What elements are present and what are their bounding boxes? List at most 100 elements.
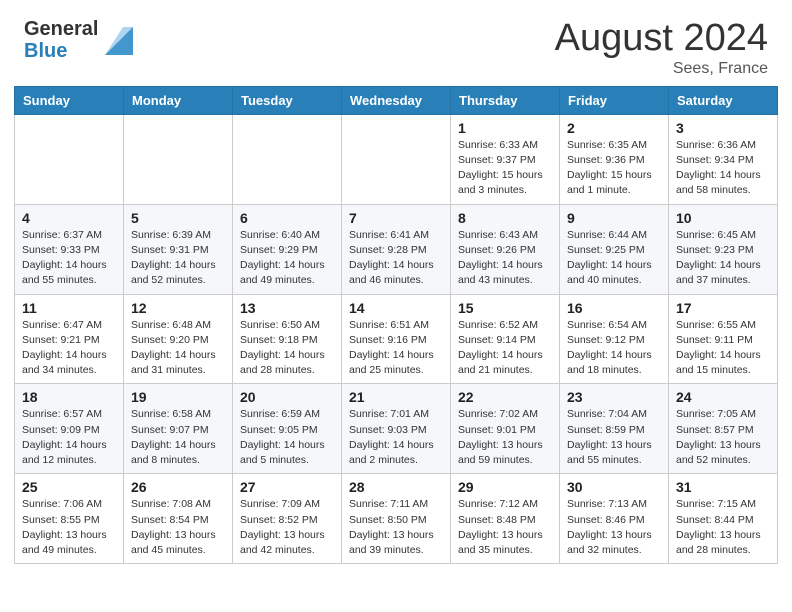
day-number: 19 bbox=[131, 389, 225, 405]
page-header: General Blue August 2024 Sees, France bbox=[0, 0, 792, 86]
col-tuesday: Tuesday bbox=[233, 86, 342, 114]
logo-blue: Blue bbox=[24, 40, 98, 62]
calendar-cell: 10 Sunrise: 6:45 AMSunset: 9:23 PMDayligh… bbox=[669, 204, 778, 294]
day-number: 2 bbox=[567, 120, 661, 136]
day-number: 25 bbox=[22, 479, 116, 495]
calendar-week-row: 18Sunrise: 6:57 AMSunset: 9:09 PMDayligh… bbox=[15, 384, 778, 474]
calendar-header-row: Sunday Monday Tuesday Wednesday Thursday… bbox=[15, 86, 778, 114]
calendar-cell: 6 Sunrise: 6:40 AMSunset: 9:29 PMDaylight… bbox=[233, 204, 342, 294]
calendar-cell bbox=[342, 114, 451, 204]
calendar-cell: 31 Sunrise: 7:15 AMSunset: 8:44 PMDayligh… bbox=[669, 474, 778, 564]
day-info: Sunrise: 6:52 AMSunset: 9:14 PMDaylight:… bbox=[458, 318, 552, 379]
day-info: Sunrise: 6:50 AMSunset: 9:18 PMDaylight:… bbox=[240, 318, 334, 379]
logo-icon bbox=[105, 27, 133, 55]
day-info: Sunrise: 7:02 AMSunset: 9:01 PMDaylight:… bbox=[458, 407, 552, 468]
day-info: Sunrise: 7:12 AMSunset: 8:48 PMDaylight:… bbox=[458, 497, 552, 558]
day-number: 4 bbox=[22, 210, 116, 226]
logo: General Blue bbox=[24, 18, 133, 62]
day-number: 22 bbox=[458, 389, 552, 405]
day-info: Sunrise: 7:06 AMSunset: 8:55 PMDaylight:… bbox=[22, 497, 116, 558]
calendar-cell: 26Sunrise: 7:08 AMSunset: 8:54 PMDayligh… bbox=[124, 474, 233, 564]
calendar-cell: 12 Sunrise: 6:48 AMSunset: 9:20 PMDayligh… bbox=[124, 294, 233, 384]
day-number: 20 bbox=[240, 389, 334, 405]
calendar-table: Sunday Monday Tuesday Wednesday Thursday… bbox=[14, 86, 778, 564]
day-info: Sunrise: 7:15 AMSunset: 8:44 PMDaylight:… bbox=[676, 497, 770, 558]
day-number: 28 bbox=[349, 479, 443, 495]
day-number: 5 bbox=[131, 210, 225, 226]
day-info: Sunrise: 7:13 AMSunset: 8:46 PMDaylight:… bbox=[567, 497, 661, 558]
col-thursday: Thursday bbox=[451, 86, 560, 114]
calendar-cell: 3Sunrise: 6:36 AMSunset: 9:34 PMDaylight… bbox=[669, 114, 778, 204]
calendar-cell bbox=[15, 114, 124, 204]
calendar-cell: 24 Sunrise: 7:05 AMSunset: 8:57 PMDayligh… bbox=[669, 384, 778, 474]
calendar-week-row: 1 Sunrise: 6:33 AMSunset: 9:37 PMDaylight… bbox=[15, 114, 778, 204]
calendar-cell: 5Sunrise: 6:39 AMSunset: 9:31 PMDaylight… bbox=[124, 204, 233, 294]
day-number: 12 bbox=[131, 300, 225, 316]
calendar-cell: 30 Sunrise: 7:13 AMSunset: 8:46 PMDayligh… bbox=[560, 474, 669, 564]
day-number: 27 bbox=[240, 479, 334, 495]
day-number: 8 bbox=[458, 210, 552, 226]
day-info: Sunrise: 6:55 AMSunset: 9:11 PMDaylight:… bbox=[676, 318, 770, 379]
logo-general: General bbox=[24, 18, 98, 40]
day-number: 31 bbox=[676, 479, 770, 495]
day-number: 13 bbox=[240, 300, 334, 316]
col-friday: Friday bbox=[560, 86, 669, 114]
day-info: Sunrise: 6:41 AMSunset: 9:28 PMDaylight:… bbox=[349, 228, 443, 289]
col-monday: Monday bbox=[124, 86, 233, 114]
day-info: Sunrise: 7:05 AMSunset: 8:57 PMDaylight:… bbox=[676, 407, 770, 468]
col-saturday: Saturday bbox=[669, 86, 778, 114]
calendar-cell: 14 Sunrise: 6:51 AMSunset: 9:16 PMDayligh… bbox=[342, 294, 451, 384]
day-info: Sunrise: 7:08 AMSunset: 8:54 PMDaylight:… bbox=[131, 497, 225, 558]
day-number: 1 bbox=[458, 120, 552, 136]
day-number: 16 bbox=[567, 300, 661, 316]
calendar-week-row: 11 Sunrise: 6:47 AMSunset: 9:21 PMDayligh… bbox=[15, 294, 778, 384]
day-info: Sunrise: 6:45 AMSunset: 9:23 PMDaylight:… bbox=[676, 228, 770, 289]
day-info: Sunrise: 6:36 AMSunset: 9:34 PMDaylight:… bbox=[676, 138, 770, 199]
day-number: 18 bbox=[22, 389, 116, 405]
day-info: Sunrise: 6:37 AMSunset: 9:33 PMDaylight:… bbox=[22, 228, 116, 289]
col-sunday: Sunday bbox=[15, 86, 124, 114]
calendar-cell: 29 Sunrise: 7:12 AMSunset: 8:48 PMDayligh… bbox=[451, 474, 560, 564]
calendar-cell: 18Sunrise: 6:57 AMSunset: 9:09 PMDayligh… bbox=[15, 384, 124, 474]
day-info: Sunrise: 6:47 AMSunset: 9:21 PMDaylight:… bbox=[22, 318, 116, 379]
col-wednesday: Wednesday bbox=[342, 86, 451, 114]
calendar-cell: 27 Sunrise: 7:09 AMSunset: 8:52 PMDayligh… bbox=[233, 474, 342, 564]
day-info: Sunrise: 7:09 AMSunset: 8:52 PMDaylight:… bbox=[240, 497, 334, 558]
day-number: 7 bbox=[349, 210, 443, 226]
calendar-cell bbox=[124, 114, 233, 204]
calendar-cell: 7 Sunrise: 6:41 AMSunset: 9:28 PMDaylight… bbox=[342, 204, 451, 294]
day-number: 6 bbox=[240, 210, 334, 226]
calendar-cell: 19 Sunrise: 6:58 AMSunset: 9:07 PMDayligh… bbox=[124, 384, 233, 474]
month-year-title: August 2024 bbox=[555, 18, 768, 60]
calendar-cell: 13 Sunrise: 6:50 AMSunset: 9:18 PMDayligh… bbox=[233, 294, 342, 384]
day-info: Sunrise: 6:40 AMSunset: 9:29 PMDaylight:… bbox=[240, 228, 334, 289]
day-info: Sunrise: 6:51 AMSunset: 9:16 PMDaylight:… bbox=[349, 318, 443, 379]
day-info: Sunrise: 6:35 AMSunset: 9:36 PMDaylight:… bbox=[567, 138, 661, 199]
calendar-cell: 20Sunrise: 6:59 AMSunset: 9:05 PMDayligh… bbox=[233, 384, 342, 474]
calendar-cell: 16 Sunrise: 6:54 AMSunset: 9:12 PMDayligh… bbox=[560, 294, 669, 384]
day-info: Sunrise: 7:11 AMSunset: 8:50 PMDaylight:… bbox=[349, 497, 443, 558]
calendar-cell: 25 Sunrise: 7:06 AMSunset: 8:55 PMDayligh… bbox=[15, 474, 124, 564]
title-block: August 2024 Sees, France bbox=[555, 18, 768, 78]
day-number: 24 bbox=[676, 389, 770, 405]
day-number: 29 bbox=[458, 479, 552, 495]
day-number: 30 bbox=[567, 479, 661, 495]
day-number: 11 bbox=[22, 300, 116, 316]
day-number: 10 bbox=[676, 210, 770, 226]
day-number: 15 bbox=[458, 300, 552, 316]
calendar-cell: 4 Sunrise: 6:37 AMSunset: 9:33 PMDaylight… bbox=[15, 204, 124, 294]
calendar-cell: 28 Sunrise: 7:11 AMSunset: 8:50 PMDayligh… bbox=[342, 474, 451, 564]
day-info: Sunrise: 6:54 AMSunset: 9:12 PMDaylight:… bbox=[567, 318, 661, 379]
calendar-cell: 8Sunrise: 6:43 AMSunset: 9:26 PMDaylight… bbox=[451, 204, 560, 294]
day-info: Sunrise: 6:33 AMSunset: 9:37 PMDaylight:… bbox=[458, 138, 552, 199]
day-info: Sunrise: 6:58 AMSunset: 9:07 PMDaylight:… bbox=[131, 407, 225, 468]
day-number: 21 bbox=[349, 389, 443, 405]
day-number: 14 bbox=[349, 300, 443, 316]
calendar-cell: 1 Sunrise: 6:33 AMSunset: 9:37 PMDaylight… bbox=[451, 114, 560, 204]
day-info: Sunrise: 7:01 AMSunset: 9:03 PMDaylight:… bbox=[349, 407, 443, 468]
calendar-week-row: 25 Sunrise: 7:06 AMSunset: 8:55 PMDayligh… bbox=[15, 474, 778, 564]
day-info: Sunrise: 6:48 AMSunset: 9:20 PMDaylight:… bbox=[131, 318, 225, 379]
day-number: 9 bbox=[567, 210, 661, 226]
location-subtitle: Sees, France bbox=[555, 60, 768, 78]
calendar-cell: 9Sunrise: 6:44 AMSunset: 9:25 PMDaylight… bbox=[560, 204, 669, 294]
